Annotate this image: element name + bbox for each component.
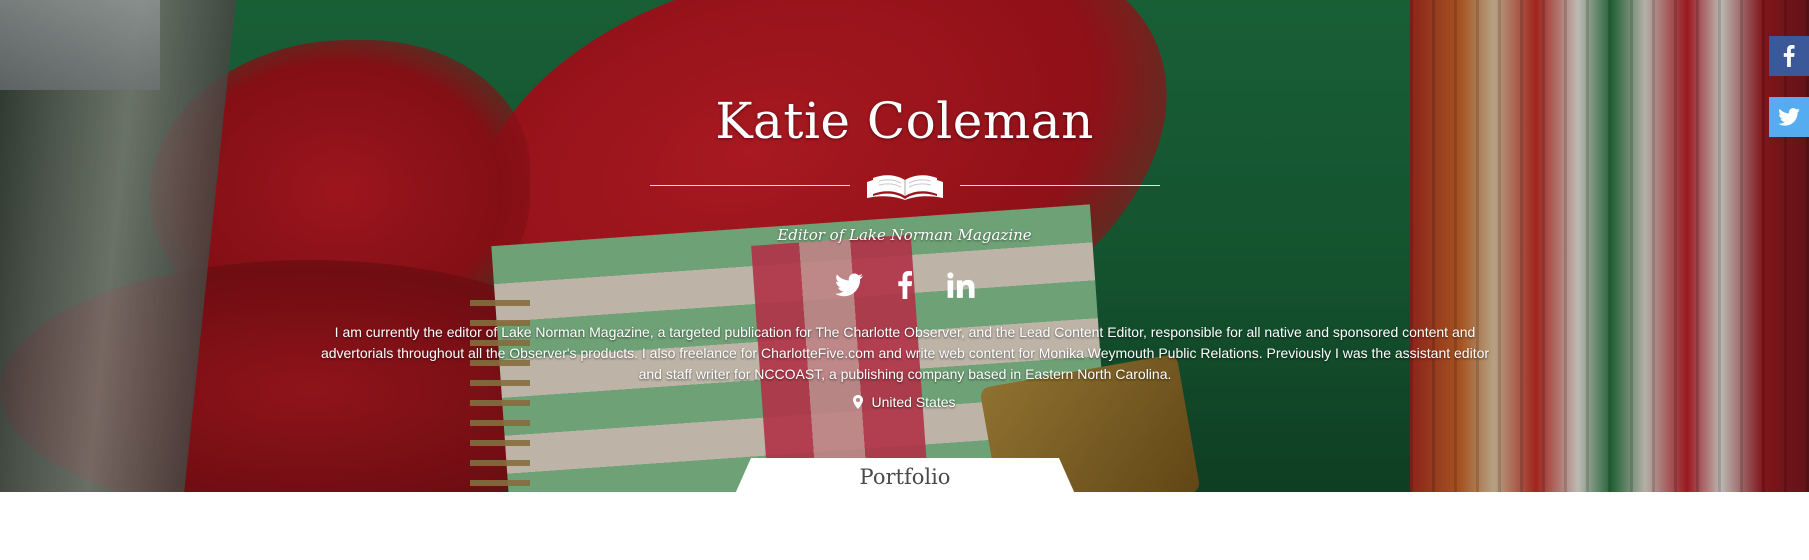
twitter-icon [1778, 108, 1800, 126]
linkedin-link[interactable] [944, 268, 978, 302]
hero-overlay [0, 0, 1809, 492]
tab-label[interactable]: Portfolio [735, 465, 1075, 489]
open-book-icon [867, 175, 943, 200]
location-text: United States [871, 394, 956, 410]
twitter-share-button[interactable] [1769, 97, 1809, 137]
facebook-link[interactable] [888, 268, 922, 302]
twitter-icon [834, 273, 863, 297]
social-links [0, 268, 1809, 302]
profile-headline: Editor of Lake Norman Magazine [777, 226, 1032, 244]
facebook-share-button[interactable] [1769, 36, 1809, 76]
location-pin-icon [853, 395, 864, 409]
hero-banner [0, 0, 1809, 492]
tab-portfolio[interactable]: Portfolio [735, 458, 1075, 494]
profile-location: United States [0, 394, 1809, 410]
divider-line [650, 185, 850, 186]
divider-line [960, 185, 1160, 186]
title-divider [650, 175, 1160, 206]
profile-bio: I am currently the editor of Lake Norman… [320, 324, 1490, 382]
twitter-link[interactable] [832, 268, 866, 302]
profile-name: Katie Coleman [715, 92, 1094, 150]
facebook-icon [897, 271, 912, 299]
linkedin-icon [946, 272, 975, 298]
facebook-icon [1783, 45, 1795, 67]
